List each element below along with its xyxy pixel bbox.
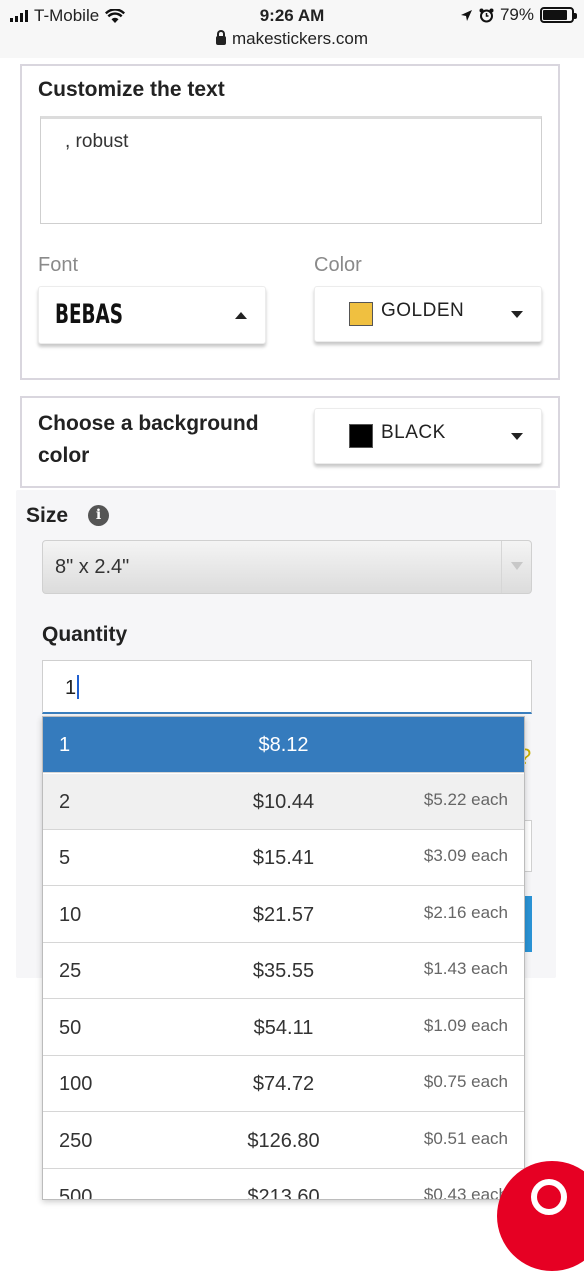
option-each-price: $3.09 each bbox=[423, 846, 508, 865]
size-value: 8" x 2.4" bbox=[55, 556, 130, 578]
size-select[interactable]: 8" x 2.4" bbox=[42, 540, 532, 594]
location-icon bbox=[460, 9, 472, 21]
info-icon[interactable]: i bbox=[88, 505, 109, 526]
golden-swatch-icon bbox=[349, 302, 373, 326]
font-value: BEBAS bbox=[55, 299, 123, 330]
sticker-text-input[interactable]: , robust bbox=[40, 116, 542, 224]
url-bar[interactable]: makestickers.com bbox=[0, 29, 584, 49]
font-dropdown[interactable]: BEBAS bbox=[38, 286, 266, 344]
quantity-value: 1 bbox=[65, 677, 77, 699]
quantity-option[interactable]: 50 $54.11 $1.09 each bbox=[43, 1000, 524, 1056]
caret-down-icon bbox=[511, 433, 523, 440]
battery-percent: 79% bbox=[499, 5, 534, 24]
quantity-option[interactable]: 5 $15.41 $3.09 each bbox=[43, 830, 524, 886]
option-each-price: $1.09 each bbox=[423, 1015, 508, 1035]
caret-up-icon bbox=[235, 312, 247, 319]
customize-text-panel: Customize the text , robust Font BEBAS C… bbox=[20, 64, 560, 380]
quantity-option[interactable]: 250 $126.80 $0.51 each bbox=[43, 1113, 524, 1169]
quantity-option[interactable]: 2 $10.44 $5.22 each bbox=[43, 773, 524, 830]
quantity-option[interactable]: 10 $21.57 $2.16 each bbox=[43, 887, 524, 943]
size-label: Size bbox=[26, 504, 69, 527]
text-cursor bbox=[77, 675, 80, 699]
black-swatch-icon bbox=[349, 424, 373, 448]
option-each-price: $0.75 each bbox=[423, 1072, 508, 1091]
quantity-input[interactable]: 1 bbox=[42, 660, 532, 714]
quantity-option[interactable]: 1 $8.12 bbox=[43, 717, 524, 773]
quantity-options-list[interactable]: 1 $8.12 2 $10.44 $5.22 each 5 $15.41 $3.09 each… bbox=[42, 716, 525, 1200]
quantity-label: Quantity bbox=[42, 623, 128, 646]
option-each-price: $5.22 each bbox=[423, 789, 508, 809]
quantity-option[interactable]: 25 $35.55 $1.43 each bbox=[43, 943, 524, 999]
font-label: Font bbox=[38, 254, 79, 276]
background-value: BLACK bbox=[381, 422, 446, 443]
color-value: GOLDEN bbox=[381, 300, 465, 321]
background-dropdown[interactable]: BLACK bbox=[314, 408, 542, 464]
background-color-panel: Choose a background color BLACK bbox=[20, 396, 560, 488]
option-each-price: $0.43 each bbox=[423, 1185, 508, 1200]
alarm-icon bbox=[479, 8, 494, 22]
color-label: Color bbox=[314, 254, 362, 276]
caret-down-icon bbox=[511, 311, 523, 318]
lock-icon bbox=[215, 30, 226, 45]
status-right: 79% bbox=[460, 5, 577, 25]
url-text: makestickers.com bbox=[231, 29, 369, 48]
battery-icon bbox=[540, 7, 577, 23]
quantity-option[interactable]: 500 $213.60 $0.43 each bbox=[43, 1169, 524, 1200]
option-each-price: $2.16 each bbox=[423, 902, 508, 922]
option-price: $8.12 bbox=[258, 734, 309, 756]
background-heading: Choose a background color bbox=[38, 412, 259, 467]
option-each-price: $1.43 each bbox=[423, 959, 508, 978]
color-dropdown[interactable]: GOLDEN bbox=[314, 286, 542, 342]
page: Customize the text , robust Font BEBAS C… bbox=[0, 58, 584, 1271]
select-arrow-icon bbox=[501, 541, 531, 593]
status-bar: T-Mobile 9:26 AM 79% makestickers.com bbox=[0, 0, 584, 58]
customize-heading: Customize the text bbox=[38, 78, 225, 101]
option-each-price: $0.51 each bbox=[423, 1128, 508, 1148]
quantity-option[interactable]: 100 $74.72 $0.75 each bbox=[43, 1056, 524, 1112]
